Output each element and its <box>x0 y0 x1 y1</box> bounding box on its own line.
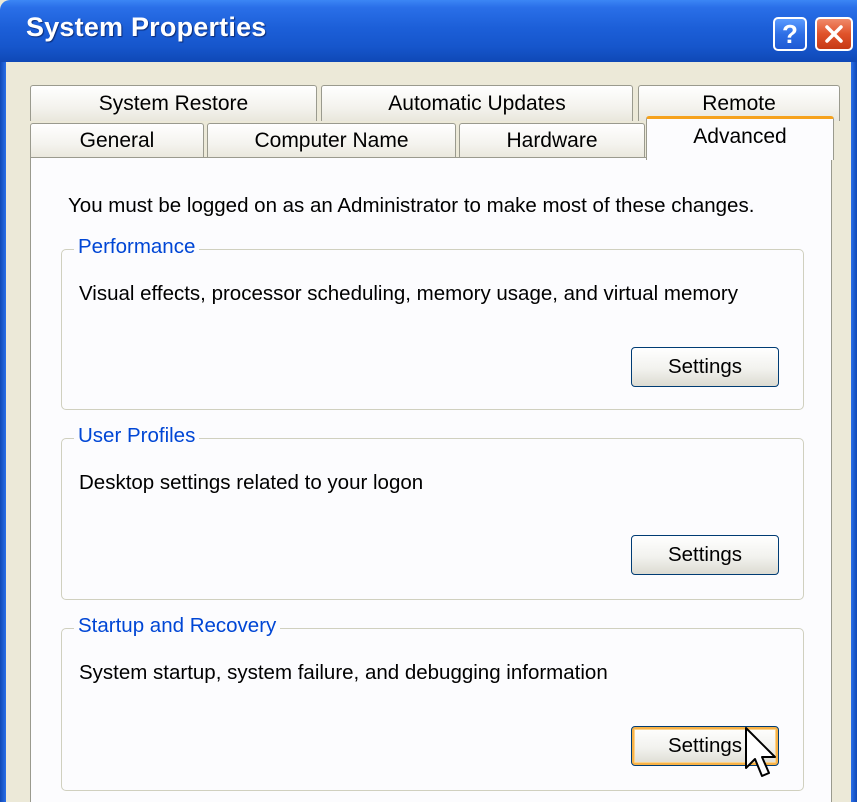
admin-note: You must be logged on as an Administrato… <box>68 194 755 217</box>
user-profiles-group: User Profiles Desktop settings related t… <box>61 424 804 600</box>
user-profiles-group-title: User Profiles <box>74 424 200 448</box>
user-profiles-description: Desktop settings related to your logon <box>79 471 424 494</box>
tab-computer-name[interactable]: Computer Name <box>207 123 456 158</box>
performance-group: Performance Visual effects, processor sc… <box>61 235 804 410</box>
performance-settings-button[interactable]: Settings <box>631 347 779 387</box>
user-profiles-settings-button[interactable]: Settings <box>631 535 779 575</box>
startup-recovery-group: Startup and Recovery System startup, sys… <box>61 614 804 791</box>
tab-advanced[interactable]: Advanced <box>646 116 834 160</box>
performance-description: Visual effects, processor scheduling, me… <box>79 282 738 305</box>
tab-hardware[interactable]: Hardware <box>459 123 645 158</box>
close-button[interactable] <box>815 17 853 51</box>
window-border-left <box>0 62 6 802</box>
help-button[interactable]: ? <box>773 17 807 51</box>
startup-recovery-group-title: Startup and Recovery <box>74 614 281 638</box>
tab-label: General <box>79 129 155 152</box>
tab-label: Remote <box>702 91 776 115</box>
system-properties-window: System Properties ? System Restore Autom… <box>0 0 857 802</box>
title-bar[interactable]: System Properties ? <box>0 0 857 62</box>
tab-automatic-updates[interactable]: Automatic Updates <box>321 85 633 121</box>
tab-label: Advanced <box>693 125 787 148</box>
window-title: System Properties <box>26 12 267 42</box>
tab-system-restore[interactable]: System Restore <box>30 85 317 121</box>
startup-recovery-description: System startup, system failure, and debu… <box>79 661 608 684</box>
tab-general[interactable]: General <box>30 123 204 158</box>
performance-group-title: Performance <box>74 235 200 259</box>
tab-label: Automatic Updates <box>388 91 566 115</box>
tab-label: System Restore <box>98 91 249 115</box>
window-border-right <box>851 62 857 802</box>
tab-label: Hardware <box>506 129 598 152</box>
close-icon <box>825 25 843 43</box>
tab-label: Computer Name <box>254 129 409 152</box>
mouse-pointer-icon <box>745 727 776 777</box>
help-icon: ? <box>782 18 798 49</box>
